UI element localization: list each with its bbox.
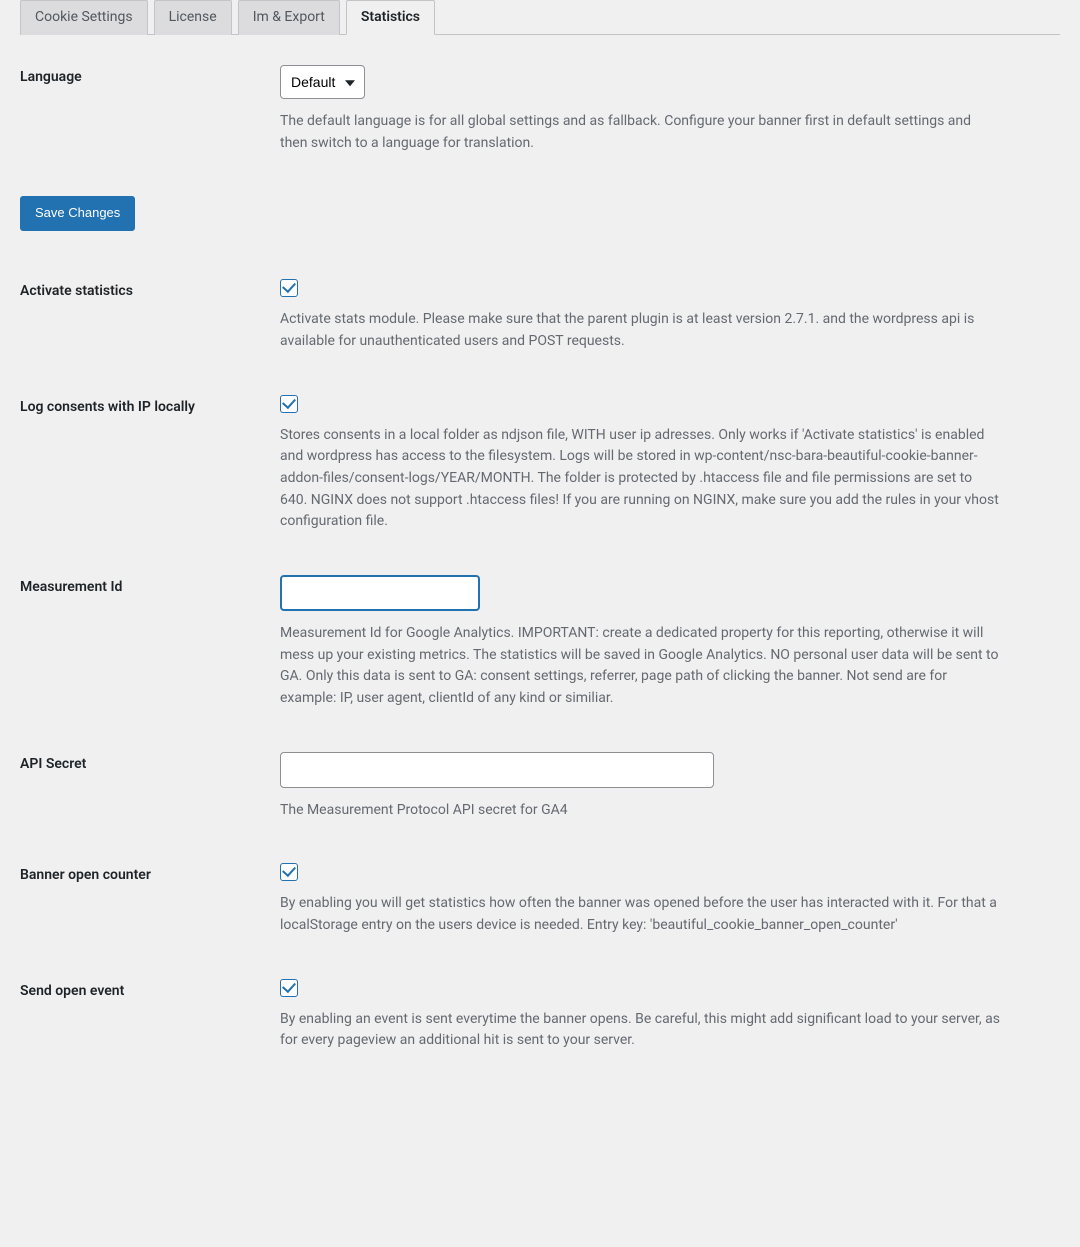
measurement-id-input[interactable]	[280, 575, 480, 611]
row-activate-statistics: Activate statistics Activate stats modul…	[20, 279, 1060, 352]
row-language: Language Default The default language is…	[20, 65, 1060, 154]
save-button[interactable]: Save Changes	[20, 196, 135, 231]
language-description: The default language is for all global s…	[280, 111, 1000, 154]
banner-open-counter-description: By enabling you will get statistics how …	[280, 893, 1000, 936]
api-secret-label: API Secret	[20, 752, 280, 772]
activate-statistics-label: Activate statistics	[20, 279, 280, 299]
row-log-consents: Log consents with IP locally Stores cons…	[20, 395, 1060, 533]
banner-open-counter-checkbox[interactable]	[280, 863, 298, 881]
activate-statistics-description: Activate stats module. Please make sure …	[280, 309, 1000, 352]
row-banner-open-counter: Banner open counter By enabling you will…	[20, 863, 1060, 936]
tab-im-export[interactable]: Im & Export	[238, 0, 340, 35]
tab-license[interactable]: License	[154, 0, 232, 35]
send-open-event-description: By enabling an event is sent everytime t…	[280, 1009, 1000, 1052]
language-label: Language	[20, 65, 280, 85]
tab-statistics[interactable]: Statistics	[346, 0, 435, 35]
measurement-id-description: Measurement Id for Google Analytics. IMP…	[280, 623, 1000, 710]
send-open-event-checkbox[interactable]	[280, 979, 298, 997]
measurement-id-label: Measurement Id	[20, 575, 280, 595]
log-consents-checkbox[interactable]	[280, 395, 298, 413]
log-consents-label: Log consents with IP locally	[20, 395, 280, 415]
api-secret-input[interactable]	[280, 752, 714, 788]
tab-cookie-settings[interactable]: Cookie Settings	[20, 0, 148, 35]
activate-statistics-checkbox[interactable]	[280, 279, 298, 297]
row-measurement-id: Measurement Id Measurement Id for Google…	[20, 575, 1060, 710]
api-secret-description: The Measurement Protocol API secret for …	[280, 800, 1000, 822]
language-select[interactable]: Default	[280, 65, 365, 99]
tabs-nav: Cookie Settings License Im & Export Stat…	[20, 0, 1060, 35]
send-open-event-label: Send open event	[20, 979, 280, 999]
log-consents-description: Stores consents in a local folder as ndj…	[280, 425, 1000, 533]
row-send-open-event: Send open event By enabling an event is …	[20, 979, 1060, 1052]
row-api-secret: API Secret The Measurement Protocol API …	[20, 752, 1060, 822]
banner-open-counter-label: Banner open counter	[20, 863, 280, 883]
